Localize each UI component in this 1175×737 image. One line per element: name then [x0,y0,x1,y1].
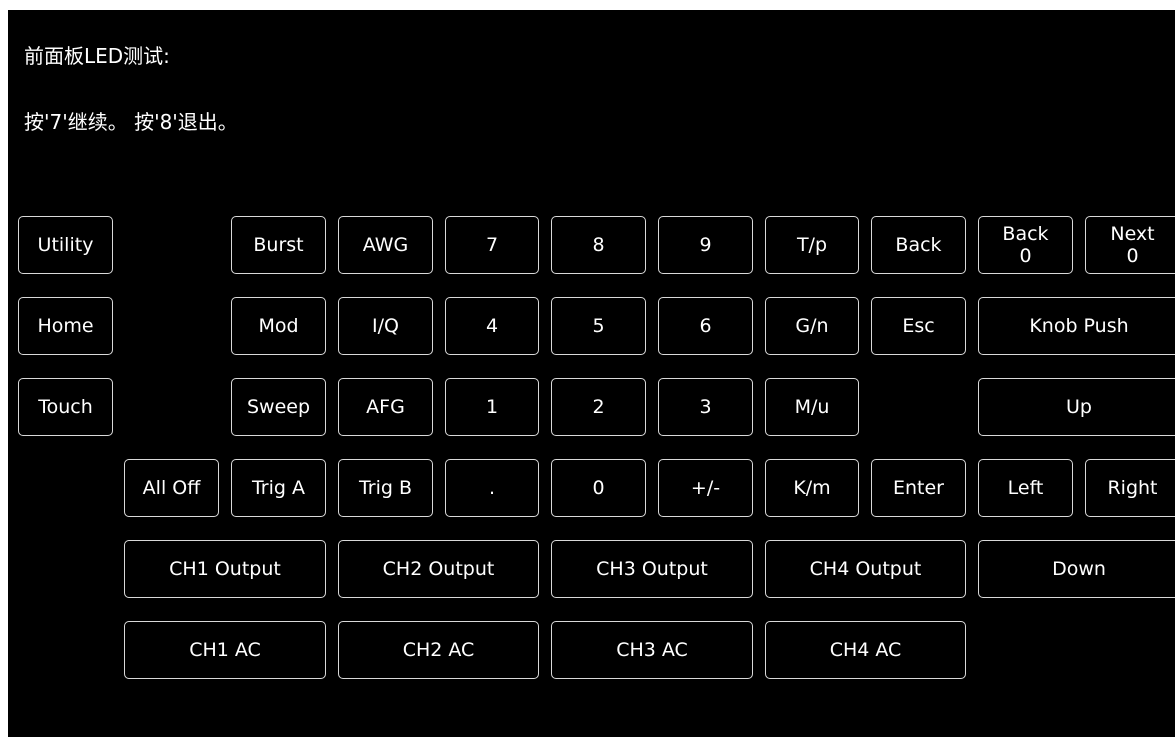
iq-label: I/Q [372,315,399,337]
km-button[interactable]: K/m [765,459,859,517]
knob-push-label: Knob Push [1029,315,1129,337]
left-label: Left [1007,477,1044,499]
up-button[interactable]: Up [978,378,1175,436]
utility-label: Utility [37,234,94,256]
key-6-button[interactable]: 6 [658,297,753,355]
key-3-button[interactable]: 3 [658,378,753,436]
mu-label: M/u [794,396,830,418]
key-8-button[interactable]: 8 [551,216,646,274]
ch3-output-label: CH3 Output [596,558,708,580]
down-label: Down [1052,558,1106,580]
key-9-label: 9 [699,234,712,256]
ch2-output-button[interactable]: CH2 Output [338,540,539,598]
ch1-ac-label: CH1 AC [189,639,261,661]
burst-button[interactable]: Burst [231,216,326,274]
key-5-button[interactable]: 5 [551,297,646,355]
mod-button[interactable]: Mod [231,297,326,355]
key-5-label: 5 [592,315,605,337]
sweep-label: Sweep [246,396,311,418]
home-button[interactable]: Home [18,297,113,355]
key-4-label: 4 [485,315,499,337]
trig-b-button[interactable]: Trig B [338,459,433,517]
gn-button[interactable]: G/n [765,297,859,355]
knob-push-button[interactable]: Knob Push [978,297,1175,355]
ch2-ac-button[interactable]: CH2 AC [338,621,539,679]
key-7-button[interactable]: 7 [445,216,539,274]
trig-a-button[interactable]: Trig A [231,459,326,517]
ch2-output-label: CH2 Output [382,558,495,580]
home-label: Home [37,315,94,337]
tp-label: T/p [796,234,828,256]
decimal-point-label: . [488,477,496,499]
key-2-label: 2 [592,396,605,418]
back-counter-label: Back [1002,223,1049,245]
ch4-output-label: CH4 Output [809,558,922,580]
ch3-ac-label: CH3 AC [616,639,688,661]
next-counter-value: 0 [1126,245,1139,267]
up-label: Up [1066,396,1092,418]
awg-label: AWG [362,234,409,256]
ch4-ac-label: CH4 AC [829,639,902,661]
back-label: Back [895,234,942,256]
ch1-ac-button[interactable]: CH1 AC [124,621,326,679]
right-label: Right [1107,477,1158,499]
back-button[interactable]: Back [871,216,966,274]
ch2-ac-label: CH2 AC [402,639,475,661]
gn-label: G/n [795,315,829,337]
afg-label: AFG [366,396,405,418]
ch3-ac-button[interactable]: CH3 AC [551,621,753,679]
key-6-label: 6 [699,315,712,337]
enter-button[interactable]: Enter [871,459,966,517]
esc-label: Esc [902,315,935,337]
plus-minus-label: +/- [690,477,721,499]
down-button[interactable]: Down [978,540,1175,598]
utility-button[interactable]: Utility [18,216,113,274]
ch1-output-button[interactable]: CH1 Output [124,540,326,598]
key-1-label: 1 [485,396,499,418]
enter-label: Enter [893,477,944,499]
tp-button[interactable]: T/p [765,216,859,274]
trig-b-label: Trig B [358,477,413,499]
key-0-label: 0 [592,477,605,499]
test-title: 前面板LED测试: [24,44,170,68]
led-test-screen: 前面板LED测试: 按'7'继续。 按'8'退出。 Utility Burst … [8,10,1175,737]
key-4-button[interactable]: 4 [445,297,539,355]
esc-button[interactable]: Esc [871,297,966,355]
plus-minus-button[interactable]: +/- [658,459,753,517]
sweep-button[interactable]: Sweep [231,378,326,436]
touch-button[interactable]: Touch [18,378,113,436]
back-counter-value: 0 [1019,245,1032,267]
back-counter-button[interactable]: Back 0 [978,216,1073,274]
key-9-button[interactable]: 9 [658,216,753,274]
key-7-label: 7 [485,234,499,256]
ch4-ac-button[interactable]: CH4 AC [765,621,966,679]
next-counter-button[interactable]: Next 0 [1085,216,1175,274]
mu-button[interactable]: M/u [765,378,859,436]
key-0-button[interactable]: 0 [551,459,646,517]
ch3-output-button[interactable]: CH3 Output [551,540,753,598]
next-counter-label: Next [1110,223,1155,245]
touch-label: Touch [38,396,93,418]
awg-button[interactable]: AWG [338,216,433,274]
key-8-label: 8 [592,234,605,256]
key-2-button[interactable]: 2 [551,378,646,436]
key-3-label: 3 [699,396,712,418]
all-off-label: All Off [142,477,201,499]
mod-label: Mod [258,315,299,337]
key-1-button[interactable]: 1 [445,378,539,436]
left-button[interactable]: Left [978,459,1073,517]
burst-label: Burst [253,234,304,256]
km-label: K/m [793,477,831,499]
test-instructions: 按'7'继续。 按'8'退出。 [24,110,238,134]
ch4-output-button[interactable]: CH4 Output [765,540,966,598]
ch1-output-label: CH1 Output [169,558,281,580]
right-button[interactable]: Right [1085,459,1175,517]
iq-button[interactable]: I/Q [338,297,433,355]
all-off-button[interactable]: All Off [124,459,219,517]
afg-button[interactable]: AFG [338,378,433,436]
decimal-point-button[interactable]: . [445,459,539,517]
trig-a-label: Trig A [251,477,305,499]
